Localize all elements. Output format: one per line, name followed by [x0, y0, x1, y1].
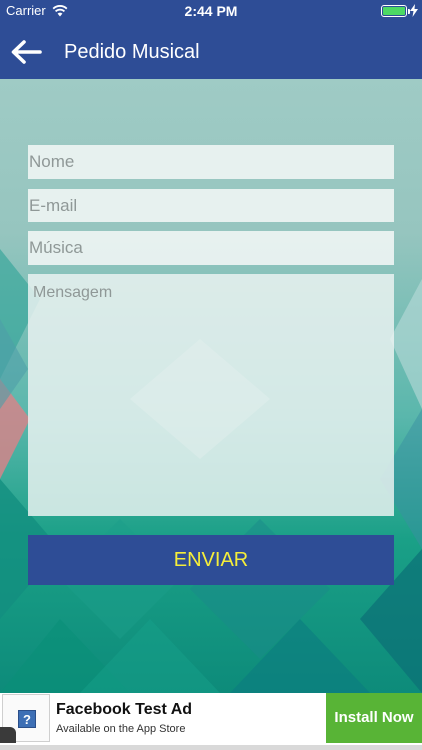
install-now-button[interactable]: Install Now	[326, 693, 422, 743]
charging-bolt-icon	[410, 4, 418, 17]
battery-icon	[381, 5, 410, 17]
status-time: 2:44 PM	[184, 3, 238, 19]
status-bar: Carrier 2:44 PM	[0, 0, 422, 22]
email-input[interactable]	[28, 189, 394, 222]
page-title: Pedido Musical	[64, 41, 200, 63]
ad-subtitle: Available on the App Store	[56, 723, 186, 735]
name-input[interactable]	[28, 145, 394, 179]
ad-title: Facebook Test Ad	[56, 701, 193, 718]
ad-choices-icon[interactable]	[0, 727, 16, 743]
back-arrow-icon[interactable]	[10, 39, 42, 65]
send-button[interactable]: ENVIAR	[28, 535, 394, 585]
question-icon: ?	[18, 710, 36, 728]
nav-bar: Pedido Musical	[0, 22, 422, 79]
message-textarea[interactable]	[28, 274, 394, 516]
bottom-strip	[0, 745, 422, 750]
song-input[interactable]	[28, 231, 394, 265]
ad-banner[interactable]: ? Facebook Test Ad Available on the App …	[0, 693, 422, 745]
